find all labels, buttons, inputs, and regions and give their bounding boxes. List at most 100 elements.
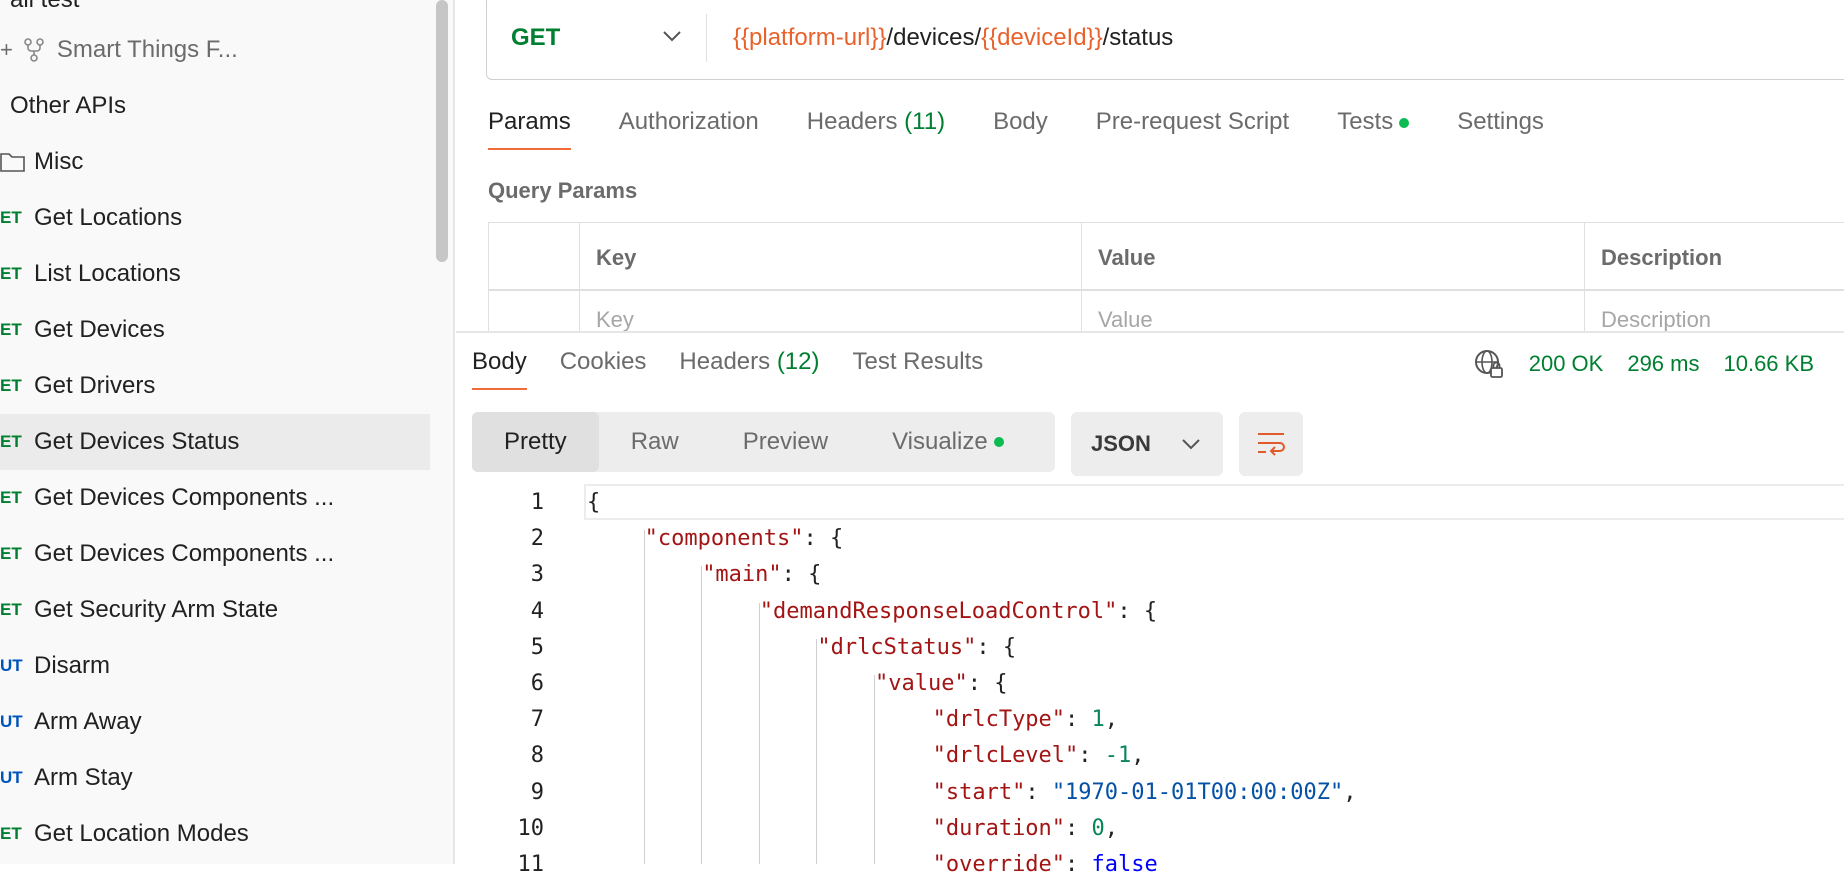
sidebar-item[interactable]: Misc	[0, 134, 83, 190]
sidebar-item[interactable]: ET List Locations	[0, 246, 181, 302]
line-number: 7	[530, 707, 544, 733]
wrap-lines-button[interactable]	[1239, 412, 1303, 476]
url-input[interactable]: {{platform-url}}/devices/{{deviceId}}/st…	[707, 24, 1173, 52]
tab-prerequest-script[interactable]: Pre-request Script	[1096, 108, 1289, 150]
response-headers-label: Headers	[679, 348, 771, 375]
sidebar-item-label: Other APIs	[10, 92, 127, 119]
tab-settings[interactable]: Settings	[1457, 108, 1544, 150]
response-meta: 200 OK 296 ms 10.66 KB	[1473, 348, 1814, 380]
sidebar-item-label: Disarm	[34, 652, 110, 679]
sidebar-item-label: List Locations	[34, 260, 181, 287]
code-line: {	[587, 490, 601, 515]
method-badge: ET	[0, 320, 22, 339]
method-badge: ET	[0, 824, 22, 843]
fork-icon	[24, 38, 44, 62]
response-tab-test-results[interactable]: Test Results	[853, 348, 984, 390]
line-number: 11	[517, 852, 545, 877]
sidebar-item-label: Get Devices	[34, 316, 165, 343]
line-number: 1	[530, 490, 544, 515]
format-raw[interactable]: Raw	[599, 412, 711, 472]
sidebar-item[interactable]: UT Arm Away	[0, 694, 142, 750]
sidebar-item[interactable]: UT Arm Stay	[0, 750, 133, 806]
method-badge: ET	[0, 264, 22, 283]
indent-guide	[758, 602, 760, 864]
sidebar-scrollbar[interactable]	[436, 0, 448, 262]
tab-headers[interactable]: Headers (11)	[807, 108, 945, 150]
language-select[interactable]: JSON	[1071, 412, 1223, 476]
column-value: Value Value	[1081, 223, 1584, 333]
tab-tests-label: Tests	[1337, 108, 1394, 135]
sidebar-item-label: Get Drivers	[34, 372, 156, 399]
folder-icon	[0, 153, 25, 172]
sidebar-item[interactable]: ET Get Location Modes	[0, 806, 249, 862]
method-label: GET	[511, 24, 561, 51]
wrap-lines-icon	[1258, 433, 1285, 456]
sidebar-item-label: Arm Away	[34, 708, 142, 735]
line-number: 8	[530, 743, 544, 769]
response-tab-body[interactable]: Body	[472, 348, 527, 390]
sidebar-item-label: Get Location Modes	[34, 820, 249, 847]
url-variable-device: {{deviceId}}	[981, 24, 1103, 51]
chevron-down-icon	[662, 29, 682, 47]
sidebar-item[interactable]: Other APIs	[0, 78, 126, 134]
url-path: /devices/	[886, 24, 982, 51]
column-key: Key Key	[579, 223, 1081, 333]
sidebar-item[interactable]: UT Disarm	[0, 638, 110, 694]
tests-indicator-dot	[1399, 117, 1410, 128]
column-header-key: Key	[596, 245, 637, 270]
sidebar-item-label: Get Security Arm State	[34, 596, 279, 623]
column-header-description: Description	[1601, 245, 1723, 270]
tab-body[interactable]: Body	[993, 108, 1048, 150]
format-visualize[interactable]: Visualize	[860, 412, 1036, 472]
key-input[interactable]: Key	[596, 307, 634, 333]
sidebar-item[interactable]: ET Get Drivers	[0, 358, 155, 414]
line-number: 4	[530, 598, 544, 624]
code-line: "start": "1970-01-01T00:00:00Z",	[932, 779, 1357, 805]
sidebar-item-label: Get Devices Status	[34, 428, 240, 455]
sidebar-item[interactable]: ET Get Devices Components ...	[0, 470, 334, 526]
column-description: Description Description	[1584, 223, 1844, 333]
tab-tests[interactable]: Tests	[1337, 108, 1410, 150]
response-size[interactable]: 10.66 KB	[1723, 351, 1814, 377]
code-line: "override": false	[932, 852, 1158, 877]
code-line: "value": {	[875, 671, 1008, 696]
method-badge: ET	[0, 544, 22, 563]
response-tab-cookies[interactable]: Cookies	[560, 348, 647, 390]
language-label: JSON	[1091, 431, 1151, 456]
code-line: "demandResponseLoadControl": {	[759, 598, 1158, 624]
response-pane-divider[interactable]	[456, 331, 1844, 333]
tab-authorization[interactable]: Authorization	[619, 108, 759, 150]
format-visualize-label: Visualize	[892, 428, 988, 455]
status-code[interactable]: 200 OK	[1529, 351, 1604, 377]
response-code-editor[interactable]: 1 {2 "components": {3 "main": {4 "demandResp…	[456, 484, 1844, 877]
response-time[interactable]: 296 ms	[1627, 351, 1699, 377]
line-number: 3	[530, 562, 544, 588]
description-input[interactable]: Description	[1601, 307, 1711, 333]
value-input[interactable]: Value	[1098, 307, 1153, 333]
line-number: 6	[530, 671, 544, 696]
sidebar-item-label: Misc	[34, 148, 84, 175]
column-header-value: Value	[1098, 245, 1156, 270]
response-tabs: Body Cookies Headers (12) Test Results	[472, 348, 1016, 390]
plus-icon: +	[0, 37, 13, 62]
current-line-highlight	[584, 484, 1844, 520]
network-globe-icon[interactable]	[1473, 348, 1505, 380]
response-tab-headers[interactable]: Headers (12)	[679, 348, 819, 390]
indent-guide	[643, 530, 645, 864]
method-select[interactable]: GET	[487, 14, 707, 62]
query-params-title: Query Params	[488, 178, 638, 203]
sidebar-divider[interactable]	[453, 0, 455, 864]
tab-params[interactable]: Params	[488, 108, 571, 150]
tab-headers-label: Headers	[806, 108, 898, 135]
sidebar-item[interactable]: ET Get Devices Components ...	[0, 526, 334, 582]
indent-guide	[701, 566, 703, 864]
chevron-down-icon	[1182, 439, 1200, 450]
sidebar-item[interactable]: ET Get Devices	[0, 302, 165, 358]
format-preview[interactable]: Preview	[711, 412, 860, 472]
sidebar-item[interactable]: + Smart Things F...	[0, 22, 238, 78]
sidebar-item[interactable]: ET Get Devices Status	[0, 414, 430, 470]
code-line: "drlcLevel": -1,	[932, 743, 1145, 769]
sidebar-item[interactable]: ET Get Security Arm State	[0, 582, 278, 638]
format-pretty[interactable]: Pretty	[472, 412, 599, 472]
sidebar-item[interactable]: ET Get Locations	[0, 190, 182, 246]
